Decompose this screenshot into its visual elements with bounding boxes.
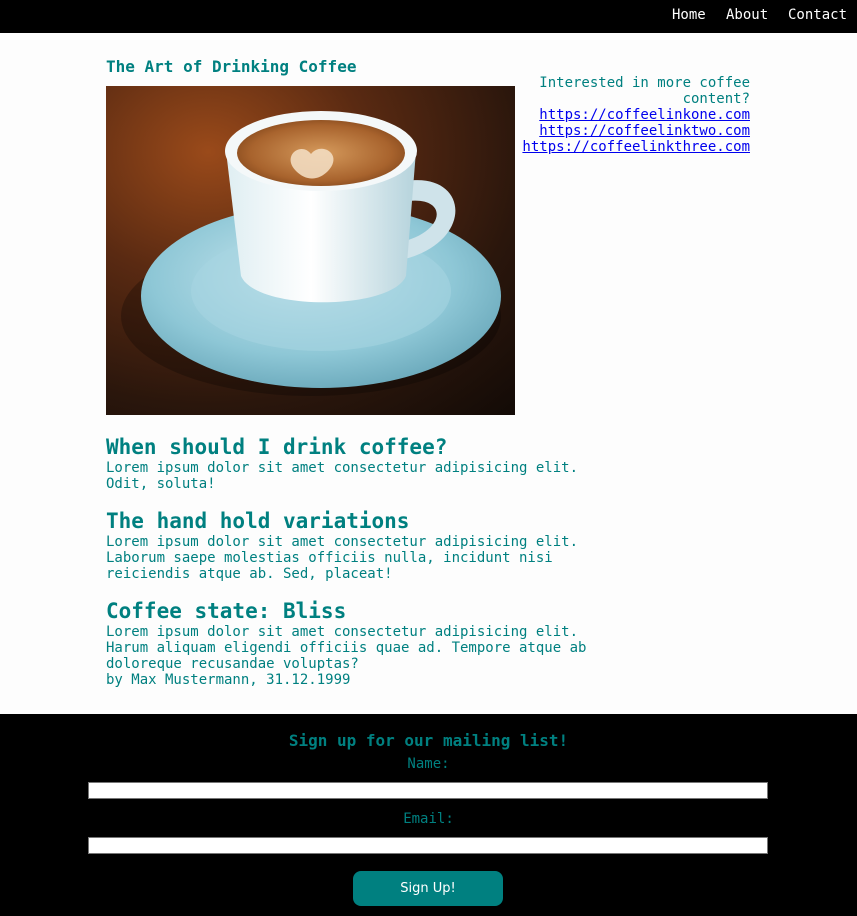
nav-home-link[interactable]: Home — [672, 7, 706, 23]
section-text: Lorem ipsum dolor sit amet consectetur a… — [106, 534, 579, 582]
page-title: The Art of Drinking Coffee — [106, 57, 357, 76]
signup-footer: Sign up for our mailing list! Name: Emai… — [0, 714, 857, 916]
signup-button[interactable]: Sign Up! — [353, 871, 503, 906]
related-links: Interested in more coffee content? https… — [515, 75, 750, 155]
coffee-cup-image — [106, 86, 515, 415]
name-label: Name: — [407, 756, 450, 772]
name-input[interactable] — [88, 782, 768, 799]
top-nav: Home About Contact — [0, 0, 857, 33]
section-heading: When should I drink coffee? — [106, 435, 448, 459]
email-input[interactable] — [88, 837, 768, 854]
section-text: Lorem ipsum dolor sit amet consectetur a… — [106, 624, 587, 672]
section-text: Lorem ipsum dolor sit amet consectetur a… — [106, 460, 579, 492]
section-heading: The hand hold variations — [106, 509, 410, 533]
email-label: Email: — [403, 811, 454, 827]
section-heading: Coffee state: Bliss — [106, 599, 347, 623]
related-link-three[interactable]: https://coffeelinkthree.com — [522, 139, 750, 155]
signup-title: Sign up for our mailing list! — [288, 731, 569, 750]
related-intro: Interested in more coffee content? — [539, 75, 750, 107]
related-link-one[interactable]: https://coffeelinkone.com — [539, 107, 750, 123]
nav-about-link[interactable]: About — [726, 7, 768, 23]
related-link-two[interactable]: https://coffeelinktwo.com — [539, 123, 750, 139]
nav-contact-link[interactable]: Contact — [788, 7, 847, 23]
author-byline: by Max Mustermann, 31.12.1999 — [106, 672, 351, 688]
